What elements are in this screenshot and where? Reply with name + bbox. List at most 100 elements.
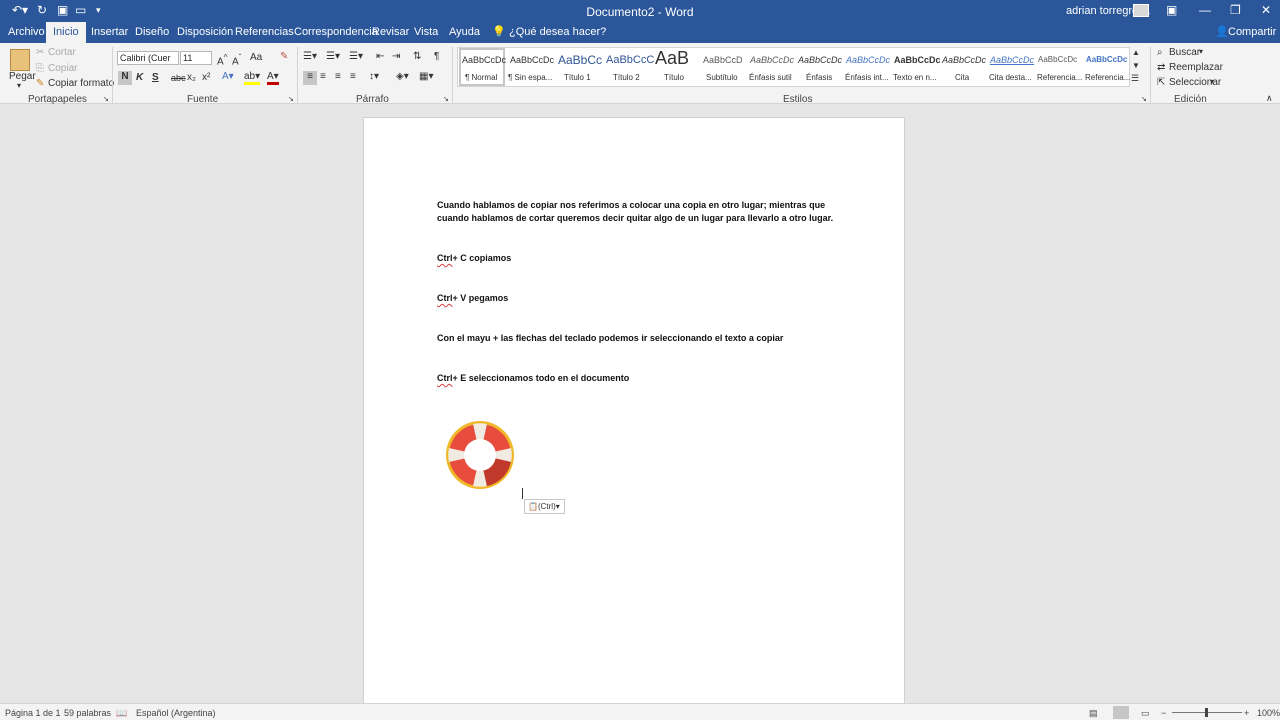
tab-diseno[interactable]: Diseño xyxy=(133,22,171,43)
shrink-font-icon[interactable]: Aˇ xyxy=(232,52,241,67)
text-effects-icon[interactable]: A▾ xyxy=(222,71,234,82)
tell-me-box[interactable]: ¿Qué desea hacer? xyxy=(507,22,608,43)
style-normal-preview[interactable]: AaBbCcDc xyxy=(462,55,506,65)
tab-inicio[interactable]: Inicio xyxy=(46,22,86,43)
style-quote-preview[interactable]: AaBbCcDc xyxy=(942,55,986,65)
paragraph-launcher-icon[interactable]: ↘ xyxy=(443,95,449,103)
tab-archivo[interactable]: Archivo xyxy=(6,22,47,43)
font-size-box[interactable]: 11 xyxy=(180,51,212,65)
numbering-icon[interactable]: ☰▾ xyxy=(326,51,340,62)
paste-options-button[interactable]: 📋(Ctrl)▾ xyxy=(524,499,565,514)
sort-icon[interactable]: ⇅ xyxy=(413,51,421,62)
restore-icon[interactable]: ❐ xyxy=(1230,3,1241,17)
borders-icon[interactable]: ▦▾ xyxy=(419,71,433,82)
multilevel-list-icon[interactable]: ☰▾ xyxy=(349,51,363,62)
show-marks-icon[interactable]: ¶ xyxy=(434,51,439,62)
paste-dropdown-icon[interactable]: ▾ xyxy=(17,81,21,90)
paragraph-3[interactable]: Ctrl+ V pegamos xyxy=(437,292,508,305)
print-layout-icon[interactable] xyxy=(1113,706,1129,719)
line-spacing-icon[interactable]: ↕▾ xyxy=(369,71,379,82)
strikethrough-button[interactable]: abc xyxy=(171,73,186,83)
style-intense-quote-preview[interactable]: AaBbCcDc xyxy=(990,55,1034,65)
style-heading1-preview[interactable]: AaBbCc xyxy=(558,53,602,67)
decrease-indent-icon[interactable]: ⇤ xyxy=(376,51,384,62)
grow-font-icon[interactable]: A^ xyxy=(217,52,228,67)
style-quote-name[interactable]: Cita xyxy=(955,73,969,82)
underline-button[interactable]: S xyxy=(152,72,159,83)
web-layout-icon[interactable]: ▭ xyxy=(1141,708,1150,719)
avatar[interactable] xyxy=(1133,4,1149,17)
style-emphasis-name[interactable]: Énfasis xyxy=(806,73,832,82)
paragraph-2[interactable]: Ctrl+ C copiamos xyxy=(437,252,511,265)
style-strong-preview[interactable]: AaBbCcDc xyxy=(894,55,941,65)
tab-referencias[interactable]: Referencias xyxy=(233,22,296,43)
style-no-spacing-preview[interactable]: AaBbCcDc xyxy=(510,55,554,65)
tab-insertar[interactable]: Insertar xyxy=(89,22,130,43)
style-subtle-reference-preview[interactable]: AaBbCcDc xyxy=(1038,55,1077,64)
zoom-in-icon[interactable]: + xyxy=(1244,708,1249,718)
tab-disposicion[interactable]: Disposición xyxy=(175,22,235,43)
minimize-icon[interactable]: — xyxy=(1199,3,1211,17)
style-subtle-emphasis-name[interactable]: Énfasis sutil xyxy=(749,73,792,82)
justify-icon[interactable]: ≡ xyxy=(350,71,356,82)
style-heading2-preview[interactable]: AaBbCcC xyxy=(606,54,654,66)
bullets-icon[interactable]: ☰▾ xyxy=(303,51,317,62)
styles-scroll-down-icon[interactable]: ▼ xyxy=(1132,61,1140,70)
find-dropdown-icon[interactable]: ▾ xyxy=(1199,47,1203,56)
paste-icon[interactable] xyxy=(10,49,30,71)
paste-button[interactable]: Pegar xyxy=(9,71,36,82)
style-emphasis-preview[interactable]: AaBbCcDc xyxy=(798,55,842,65)
paragraph-5[interactable]: Ctrl+ E seleccionamos todo en el documen… xyxy=(437,372,629,385)
zoom-slider-thumb[interactable] xyxy=(1205,708,1208,717)
lifebuoy-image[interactable] xyxy=(443,419,517,491)
bold-button[interactable]: N xyxy=(118,71,132,85)
page-count[interactable]: Página 1 de 1 xyxy=(5,708,61,718)
font-name-box[interactable]: Calibri (Cuer xyxy=(117,51,179,65)
style-title-name[interactable]: Título xyxy=(664,73,684,82)
increase-indent-icon[interactable]: ⇥ xyxy=(392,51,400,62)
style-strong-name[interactable]: Texto en n... xyxy=(893,73,937,82)
zoom-level[interactable]: 100% xyxy=(1257,708,1280,718)
subscript-button[interactable]: x₂ xyxy=(187,72,196,83)
style-intense-emphasis-name[interactable]: Énfasis int... xyxy=(845,73,889,82)
style-subtle-reference-name[interactable]: Referencia... xyxy=(1037,73,1082,82)
tab-vista[interactable]: Vista xyxy=(412,22,440,43)
styles-scroll-up-icon[interactable]: ▲ xyxy=(1132,48,1140,57)
paragraph-1[interactable]: Cuando hablamos de copiar nos referimos … xyxy=(437,199,833,225)
style-normal-name[interactable]: ¶ Normal xyxy=(465,73,497,82)
clipboard-launcher-icon[interactable]: ↘ xyxy=(103,95,109,103)
style-intense-emphasis-preview[interactable]: AaBbCcDc xyxy=(846,55,890,65)
style-intense-quote-name[interactable]: Cita desta... xyxy=(989,73,1032,82)
shading-icon[interactable]: ◈▾ xyxy=(396,71,409,82)
style-subtitle-preview[interactable]: AaBbCcD xyxy=(703,55,743,65)
select-dropdown-icon[interactable]: ▾ xyxy=(1210,77,1214,86)
close-icon[interactable]: ✕ xyxy=(1261,3,1271,17)
tab-correspondencia[interactable]: Correspondencia xyxy=(292,22,380,43)
word-count[interactable]: 59 palabras xyxy=(64,708,111,718)
superscript-button[interactable]: x² xyxy=(202,72,210,83)
style-intense-reference-name[interactable]: Referencia... xyxy=(1085,73,1130,82)
tab-ayuda[interactable]: Ayuda xyxy=(447,22,482,43)
zoom-out-icon[interactable]: − xyxy=(1161,708,1166,718)
change-case-button[interactable]: Aa xyxy=(250,52,262,63)
copy-button[interactable]: Copiar xyxy=(48,63,77,74)
ribbon-display-options-icon[interactable]: ▣ xyxy=(1166,3,1177,17)
style-intense-reference-preview[interactable]: AaBbCcDc xyxy=(1086,55,1127,64)
align-center-icon[interactable]: ≡ xyxy=(320,71,326,82)
styles-more-icon[interactable]: ☰ xyxy=(1131,73,1139,84)
font-launcher-icon[interactable]: ↘ xyxy=(288,95,294,103)
styles-launcher-icon[interactable]: ↘ xyxy=(1141,95,1147,103)
find-button[interactable]: Buscar xyxy=(1169,47,1200,58)
replace-button[interactable]: Reemplazar xyxy=(1169,62,1223,73)
cut-button[interactable]: Cortar xyxy=(48,47,76,58)
read-mode-icon[interactable]: ▤ xyxy=(1089,708,1098,719)
collapse-ribbon-icon[interactable]: ∧ xyxy=(1266,93,1273,104)
tab-revisar[interactable]: Revisar xyxy=(370,22,411,43)
highlight-icon[interactable]: ab▾ xyxy=(244,71,261,85)
clear-formatting-icon[interactable]: ✎ xyxy=(280,51,288,62)
style-heading1-name[interactable]: Título 1 xyxy=(564,73,591,82)
share-button[interactable]: Compartir xyxy=(1226,22,1278,43)
language-status[interactable]: Español (Argentina) xyxy=(136,708,216,718)
style-heading2-name[interactable]: Título 2 xyxy=(613,73,640,82)
style-title-preview[interactable]: AaB xyxy=(655,48,689,69)
